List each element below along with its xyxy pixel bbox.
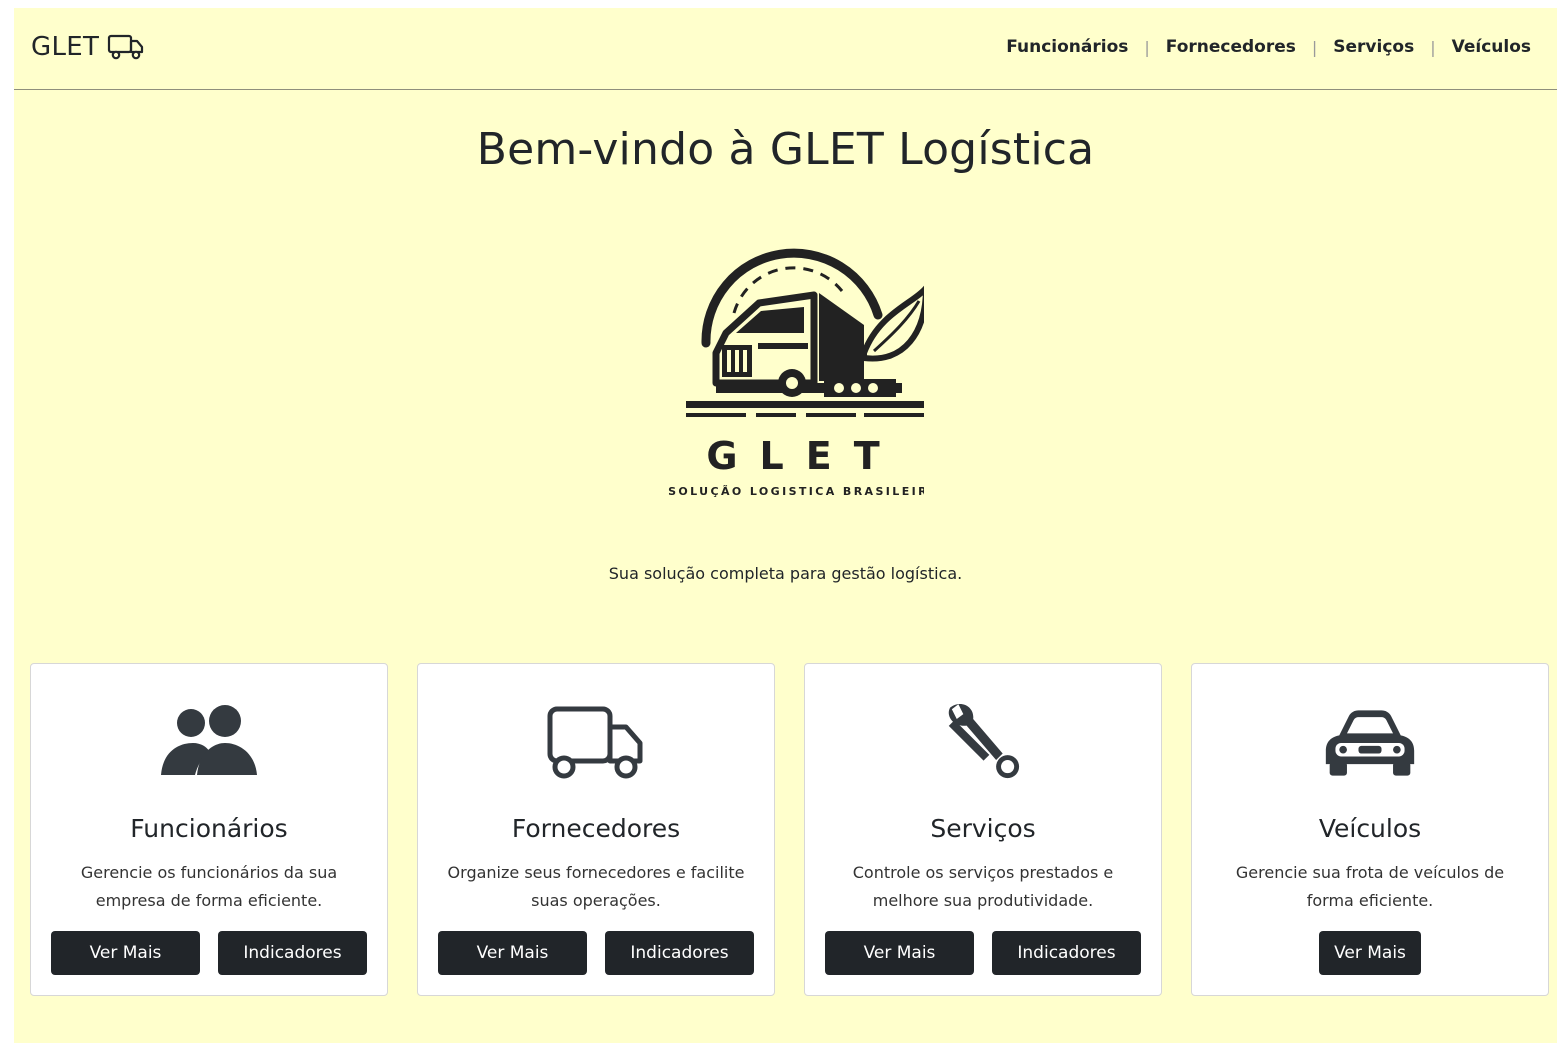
car-icon: [1192, 702, 1548, 784]
card-servicos: Serviços Controle os serviços prestados …: [804, 663, 1162, 996]
hero-subtitle: Sua solução completa para gestão logísti…: [608, 564, 963, 583]
card-buttons: Ver Mais: [1192, 931, 1548, 975]
card-funcionarios: Funcionários Gerencie os funcionários da…: [30, 663, 388, 996]
card-title: Veículos: [1318, 814, 1422, 843]
card-text: Gerencie sua frota de veículos de forma …: [1235, 863, 1505, 910]
page: GLET Funcionários | Fornecedores | Servi…: [14, 8, 1557, 1043]
card-veiculos: Veículos Gerencie sua frota de veículos …: [1191, 663, 1549, 996]
truck-icon: [418, 702, 774, 784]
nav-separator: |: [1430, 37, 1436, 57]
logo-name: GLET: [706, 434, 901, 478]
card-fornecedores: Fornecedores Organize seus fornecedores …: [417, 663, 775, 996]
nav-links: Funcionários | Fornecedores | Serviços |…: [1006, 37, 1531, 57]
card-title: Serviços: [930, 814, 1036, 843]
nav-link-servicos[interactable]: Serviços: [1333, 37, 1414, 57]
indicadores-button[interactable]: Indicadores: [992, 931, 1141, 975]
card-title: Fornecedores: [511, 814, 681, 843]
nav-separator: |: [1144, 37, 1150, 57]
ver-mais-button[interactable]: Ver Mais: [1319, 931, 1421, 975]
ver-mais-button[interactable]: Ver Mais: [51, 931, 200, 975]
page-title: Bem-vindo à GLET Logística: [476, 124, 1095, 175]
wrench-icon: [805, 694, 1161, 790]
indicadores-button[interactable]: Indicadores: [218, 931, 367, 975]
card-buttons: Ver Mais Indicadores: [418, 931, 774, 975]
nav-separator: |: [1311, 37, 1318, 57]
brand-name: GLET: [31, 32, 100, 62]
nav-link-fornecedores[interactable]: Fornecedores: [1166, 37, 1296, 57]
ver-mais-button[interactable]: Ver Mais: [438, 931, 587, 975]
card-text: Organize seus fornecedores e facilite su…: [447, 863, 745, 910]
card-text: Gerencie os funcionários da sua empresa …: [80, 863, 338, 910]
card-buttons: Ver Mais Indicadores: [31, 931, 387, 975]
card-title: Funcionários: [130, 814, 288, 843]
glet-logo: 000 GLET SOLUÇÃO LOGISTICA BRASILEIRA: [668, 248, 924, 498]
logo-tagline: SOLUÇÃO LOGISTICA BRASILEIRA: [668, 485, 924, 498]
indicadores-button[interactable]: Indicadores: [605, 931, 754, 975]
card-text: Controle os serviços prestados e melhore…: [852, 863, 1114, 910]
navbar: GLET Funcionários | Fornecedores | Servi…: [14, 8, 1557, 90]
truck-icon: [108, 34, 144, 60]
brand-link[interactable]: GLET: [31, 32, 145, 62]
nav-link-funcionarios[interactable]: Funcionários: [1006, 37, 1128, 57]
nav-link-veiculos[interactable]: Veículos: [1452, 37, 1531, 57]
ver-mais-button[interactable]: Ver Mais: [825, 931, 974, 975]
people-icon: [31, 702, 387, 784]
card-buttons: Ver Mais Indicadores: [805, 931, 1161, 975]
